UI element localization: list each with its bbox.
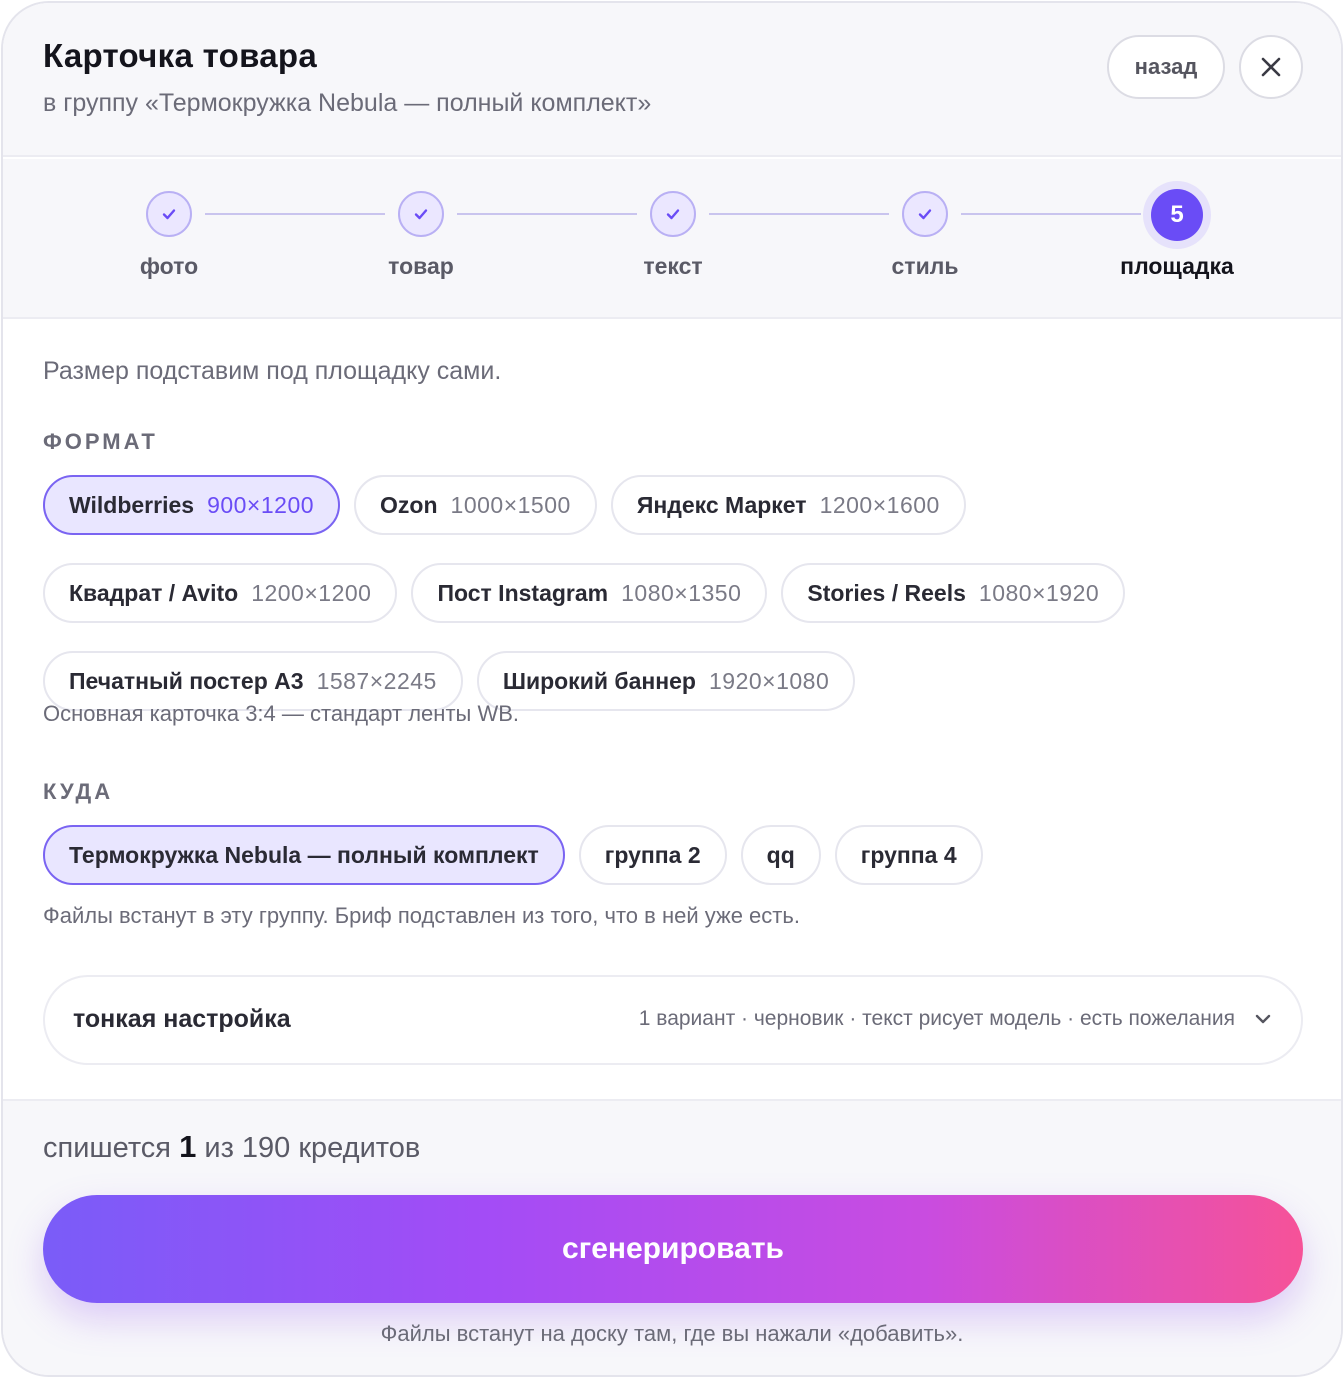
format-option-size: 1587×2245 xyxy=(316,667,437,694)
target-group-2[interactable]: группа 2 xyxy=(578,825,727,885)
target-group-options: Термокружка Nebula — полный комплект гру… xyxy=(43,825,1243,885)
step-label-style: стиль xyxy=(891,253,959,279)
step-label-text: текст xyxy=(643,253,703,279)
fine-tuning-summary: 1 вариант · черновик · текст рисует моде… xyxy=(638,1007,1235,1030)
format-option-name: Яндекс Маркет xyxy=(636,491,807,518)
step-platform-active[interactable]: 5 xyxy=(1151,189,1203,241)
format-option-yandex-market[interactable]: Яндекс Маркет 1200×1600 xyxy=(610,475,966,535)
format-note: Основная карточка 3:4 — стандарт ленты W… xyxy=(43,701,519,726)
format-option-size: 1000×1500 xyxy=(450,491,571,518)
step-photo-done[interactable] xyxy=(146,191,192,237)
format-option-instagram-post[interactable]: Пост Instagram 1080×1350 xyxy=(411,563,768,623)
step-label-platform: площадка xyxy=(1120,253,1234,279)
format-option-name: Печатный постер A3 xyxy=(69,667,304,694)
fine-tuning-label: тонкая настройка xyxy=(73,1005,291,1033)
format-option-size: 1080×1350 xyxy=(621,579,742,606)
format-option-size: 900×1200 xyxy=(207,491,315,518)
target-group-name: Термокружка Nebula — полный комплект xyxy=(69,841,539,868)
format-option-square-avito[interactable]: Квадрат / Avito 1200×1200 xyxy=(43,563,398,623)
format-options: Wildberries 900×1200 Ozon 1000×1500 Янде… xyxy=(43,475,1243,711)
format-section-title: ФОРМАТ xyxy=(43,429,158,454)
format-option-size: 1200×1200 xyxy=(251,579,372,606)
step-connector xyxy=(205,213,385,215)
close-icon xyxy=(1261,57,1281,77)
credits-info: спишется 1 из 190 кредитов xyxy=(43,1129,420,1165)
target-group-4[interactable]: группа 4 xyxy=(834,825,983,885)
check-icon xyxy=(918,209,932,220)
step-label-photo: фото xyxy=(139,253,199,279)
step-label-product: товар xyxy=(388,253,454,279)
credits-amount: 1 xyxy=(179,1129,197,1164)
target-group-name: группа 2 xyxy=(604,841,701,868)
dialog-title: Карточка товара xyxy=(43,37,317,74)
format-option-size: 1080×1920 xyxy=(978,579,1100,606)
target-section-title: КУДА xyxy=(43,779,114,804)
format-option-size: 1200×1600 xyxy=(819,491,940,518)
format-option-name: Широкий баннер xyxy=(502,667,696,694)
close-button[interactable] xyxy=(1239,35,1303,99)
format-option-name: Wildberries xyxy=(69,491,195,518)
format-option-stories-reels[interactable]: Stories / Reels 1080×1920 xyxy=(781,563,1126,623)
format-option-name: Stories / Reels xyxy=(807,579,966,606)
step-connector xyxy=(709,213,889,215)
format-option-ozon[interactable]: Ozon 1000×1500 xyxy=(354,475,597,535)
fine-tuning-toggle[interactable]: тонкая настройка 1 вариант · черновик · … xyxy=(43,975,1303,1065)
back-button[interactable]: назад xyxy=(1107,35,1225,99)
step-connector xyxy=(961,213,1141,215)
target-note: Файлы встанут в эту группу. Бриф подстав… xyxy=(43,903,800,928)
format-option-name: Квадрат / Avito xyxy=(69,579,239,606)
format-option-wide-banner[interactable]: Широкий баннер 1920×1080 xyxy=(476,651,856,711)
format-option-wildberries[interactable]: Wildberries 900×1200 xyxy=(43,475,341,535)
product-card-dialog: Карточка товара в группу «Термокружка Ne… xyxy=(1,1,1343,1377)
size-hint: Размер подставим под площадку сами. xyxy=(43,357,502,385)
check-icon xyxy=(414,209,428,220)
credits-prefix: спишется xyxy=(43,1132,171,1164)
credits-suffix: из 190 кредитов xyxy=(204,1132,421,1164)
dialog-subtitle: в группу «Термокружка Nebula — полный ко… xyxy=(43,89,652,117)
chevron-down-icon xyxy=(1255,1014,1271,1024)
wizard-stepper: 5 фото товар текст стиль площадка xyxy=(3,159,1341,319)
dialog-footer: спишется 1 из 190 кредитов сгенерировать… xyxy=(3,1099,1341,1375)
step-connector xyxy=(457,213,637,215)
format-option-name: Ozon xyxy=(380,491,438,518)
step-product-done[interactable] xyxy=(398,191,444,237)
footer-note: Файлы встанут на доску там, где вы нажал… xyxy=(380,1321,964,1346)
target-group-nebula[interactable]: Термокружка Nebula — полный комплект xyxy=(43,825,565,885)
check-icon xyxy=(666,209,680,220)
target-group-qq[interactable]: qq xyxy=(740,825,821,885)
generate-button[interactable]: сгенерировать xyxy=(43,1195,1303,1303)
check-icon xyxy=(162,209,176,220)
target-group-name: группа 4 xyxy=(860,841,957,868)
format-option-name: Пост Instagram xyxy=(437,579,609,606)
dialog-header: Карточка товара в группу «Термокружка Ne… xyxy=(3,3,1341,157)
step-style-done[interactable] xyxy=(902,191,948,237)
format-option-size: 1920×1080 xyxy=(708,667,830,694)
step-text-done[interactable] xyxy=(650,191,696,237)
target-group-name: qq xyxy=(766,841,795,868)
